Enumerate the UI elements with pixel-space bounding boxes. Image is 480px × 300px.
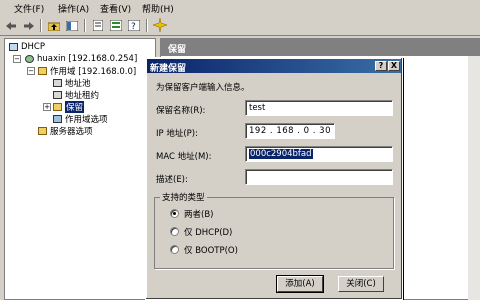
radio-both[interactable] [170, 209, 179, 218]
tree-item-dhcp[interactable]: DHCP [9, 41, 45, 52]
collapse-toggle[interactable]: − [27, 67, 35, 75]
tree-item-server-options[interactable]: 服务器选项 [38, 125, 93, 137]
export-list-icon[interactable] [108, 18, 124, 33]
reservations-folder-icon [53, 102, 62, 111]
description-label: 描述(E): [156, 175, 188, 185]
ip-address-label: IP 地址(P): [156, 129, 198, 139]
back-arrow-icon[interactable] [3, 18, 19, 33]
menu-help[interactable]: 帮助(H) [142, 2, 174, 15]
details-pane-header: 保留 [160, 38, 480, 56]
console-tree: DHCP − huaxin [192.168.0.254] − 作用域 [192… [4, 38, 156, 300]
dialog-help-button[interactable]: ? [375, 61, 387, 71]
collapse-toggle[interactable]: − [13, 55, 21, 63]
menu-view[interactable]: 查看(V) [100, 2, 131, 15]
radio-dhcp-only[interactable] [170, 227, 179, 236]
mac-address-field[interactable]: 000c2904bfad [245, 146, 393, 162]
radio-both-label: 两者(B) [184, 210, 214, 220]
tree-item-label: 保留 [65, 100, 85, 113]
tree-item-reservations[interactable]: 保留 [53, 100, 85, 113]
radio-bootp-only[interactable] [170, 245, 179, 254]
tree-item-scope[interactable]: 作用域 [192.168.0.0] [38, 65, 137, 77]
radio-dhcp-only-label: 仅 DHCP(D) [184, 228, 233, 238]
server-options-icon [38, 126, 47, 135]
tree-item-label: huaxin [192.168.0.254] [37, 53, 138, 64]
tree-item-scope-options[interactable]: 作用域选项 [53, 113, 108, 125]
address-pool-icon [53, 78, 62, 87]
tree-item-label: 地址租约 [65, 90, 100, 101]
server-icon [25, 54, 34, 63]
dhcp-root-icon [9, 42, 18, 51]
reservation-name-field[interactable]: test [245, 100, 393, 116]
tree-item-label: DHCP [21, 41, 45, 52]
help-icon[interactable]: ? [126, 18, 142, 33]
ip-address-field[interactable]: 192 . 168 . 0 . 30 [245, 123, 335, 139]
radio-bootp-only-label: 仅 BOOTP(O) [184, 246, 238, 256]
dialog-intro-text: 为保留客户端输入信息。 [156, 83, 250, 93]
properties-icon[interactable] [90, 18, 106, 33]
dialog-close-icon[interactable]: X [388, 61, 400, 71]
menu-action[interactable]: 操作(A) [58, 2, 89, 15]
tree-item-label: 作用域选项 [65, 114, 108, 125]
toolbar: ? [0, 16, 480, 36]
address-lease-icon [53, 90, 62, 99]
new-star-icon[interactable] [152, 17, 168, 32]
tree-item-label: 服务器选项 [50, 126, 93, 137]
up-folder-icon[interactable] [46, 18, 62, 33]
mac-address-label: MAC 地址(M): [156, 152, 212, 162]
toolbar-separator [40, 19, 42, 32]
scope-options-icon [53, 114, 62, 123]
svg-text:?: ? [131, 22, 136, 31]
mac-address-value: 000c2904bfad [249, 149, 313, 159]
menu-file[interactable]: 文件(F) [14, 2, 44, 15]
console-tree-icon[interactable] [64, 18, 80, 33]
tree-item-label: 地址池 [65, 78, 91, 89]
vertical-scrollbar[interactable] [468, 56, 480, 300]
supported-types-title: 支持的类型 [160, 191, 207, 203]
reservation-name-label: 保留名称(R): [156, 106, 206, 116]
tree-item-address-lease[interactable]: 地址租约 [53, 89, 100, 101]
close-button[interactable]: 关闭(C) [338, 276, 384, 292]
dialog-title: 新建保留 [147, 59, 401, 74]
scope-folder-icon [38, 66, 47, 75]
toolbar-separator [146, 19, 148, 32]
expand-toggle[interactable]: + [43, 103, 51, 111]
menu-bar: 文件(F) 操作(A) 查看(V) 帮助(H) [0, 0, 480, 16]
forward-arrow-icon[interactable] [21, 18, 37, 33]
tree-item-label: 作用域 [192.168.0.0] [50, 66, 137, 77]
tree-item-server[interactable]: huaxin [192.168.0.254] [25, 53, 137, 64]
toolbar-separator [84, 19, 86, 32]
tree-item-address-pool[interactable]: 地址池 [53, 77, 91, 89]
description-field[interactable] [245, 169, 393, 185]
add-button[interactable]: 添加(A) [276, 275, 324, 293]
